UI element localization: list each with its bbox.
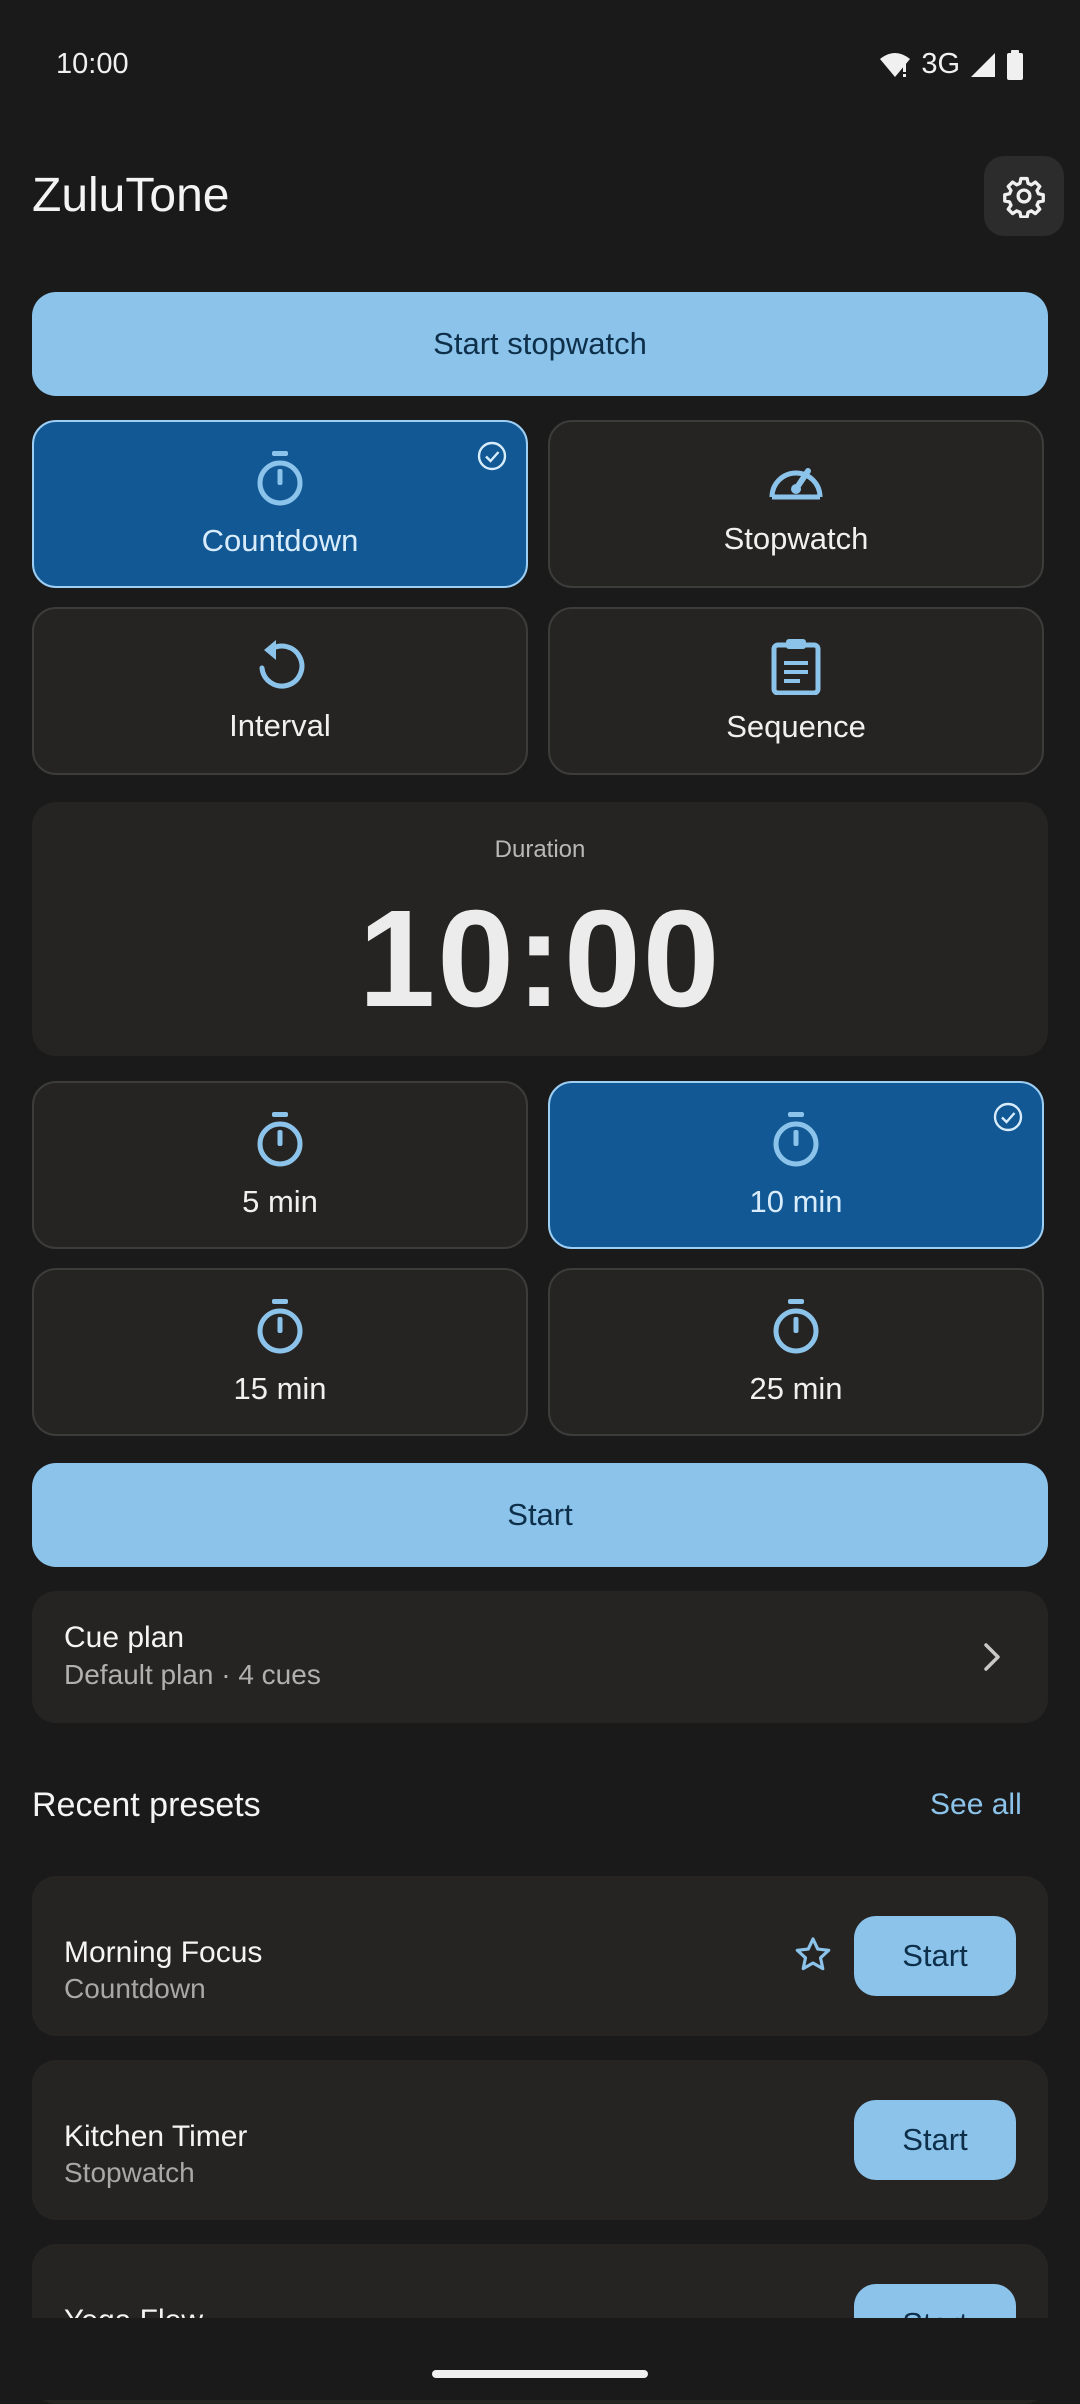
cue-plan-subtitle: Default plan · 4 cues [64, 1659, 321, 1690]
preset-name: Kitchen Timer [64, 2120, 248, 2153]
settings-button[interactable] [984, 156, 1064, 236]
check-circle-icon [477, 441, 507, 471]
preset-start-label: Start [902, 2122, 968, 2157]
preset-label: 25 min [749, 1371, 843, 1406]
duration-label: Duration [494, 836, 586, 863]
duration-preset-5[interactable]: 5 min [32, 1081, 528, 1249]
duration-card: Duration 10:00 [32, 802, 1048, 1056]
mode-label: Stopwatch [723, 521, 869, 556]
preset-label: 10 min [749, 1184, 843, 1219]
mode-stopwatch[interactable]: Stopwatch [548, 420, 1044, 588]
preset-label: 15 min [233, 1371, 327, 1406]
start-stopwatch-button[interactable]: Start stopwatch [32, 292, 1048, 396]
preset-label: 5 min [242, 1184, 318, 1219]
timer-icon [773, 1112, 819, 1167]
wifi-icon [880, 52, 911, 77]
navigation-bar [0, 2318, 1080, 2400]
see-all-link[interactable]: See all [930, 1788, 1022, 1822]
signal-icon [971, 52, 995, 77]
star-outline-icon[interactable] [792, 1934, 834, 1976]
preset-type: Stopwatch [64, 2157, 195, 2188]
preset-start-button[interactable]: Start [854, 2100, 1016, 2180]
status-time: 10:00 [56, 48, 129, 80]
status-icons: 3G [879, 48, 1024, 81]
duration-value: 10:00 [358, 882, 722, 1036]
timer-icon [257, 1112, 303, 1167]
start-stopwatch-label: Start stopwatch [433, 326, 647, 361]
duration-preset-15[interactable]: 15 min [32, 1268, 528, 1436]
check-circle-icon [993, 1102, 1023, 1132]
speedometer-icon [769, 468, 823, 500]
clipboard-icon [771, 639, 821, 695]
mode-label: Sequence [726, 709, 866, 744]
mode-countdown[interactable]: Countdown [32, 420, 528, 588]
gesture-handle[interactable] [432, 2370, 648, 2378]
app-title: ZuluTone [32, 169, 230, 222]
mode-interval[interactable]: Interval [32, 607, 528, 775]
preset-name: Morning Focus [64, 1936, 263, 1969]
recent-preset-item[interactable]: Kitchen Timer Stopwatch Start [32, 2060, 1048, 2220]
status-bar: 10:00 3G [0, 0, 1080, 130]
preset-start-button[interactable]: Start [854, 1916, 1016, 1996]
mode-sequence[interactable]: Sequence [548, 607, 1044, 775]
cue-plan-title: Cue plan [64, 1621, 185, 1654]
timer-icon [773, 1299, 819, 1354]
cue-plan-row[interactable]: Cue plan Default plan · 4 cues [32, 1591, 1048, 1723]
network-type: 3G [921, 48, 960, 80]
restart-icon [259, 640, 305, 689]
gear-icon [1003, 176, 1045, 218]
mode-label: Countdown [201, 523, 359, 558]
start-label: Start [507, 1497, 573, 1532]
preset-type: Countdown [64, 1973, 206, 2004]
recent-preset-item[interactable]: Morning Focus Countdown Start [32, 1876, 1048, 2036]
chevron-right-icon [984, 1643, 1000, 1671]
timer-icon [257, 1299, 303, 1354]
battery-icon [1007, 49, 1023, 80]
duration-preset-10[interactable]: 10 min [548, 1081, 1044, 1249]
mode-label: Interval [229, 708, 331, 743]
start-button[interactable]: Start [32, 1463, 1048, 1567]
duration-preset-25[interactable]: 25 min [548, 1268, 1044, 1436]
timer-icon [257, 451, 303, 506]
recent-presets-title: Recent presets [32, 1786, 261, 1824]
preset-start-label: Start [902, 1938, 968, 1973]
